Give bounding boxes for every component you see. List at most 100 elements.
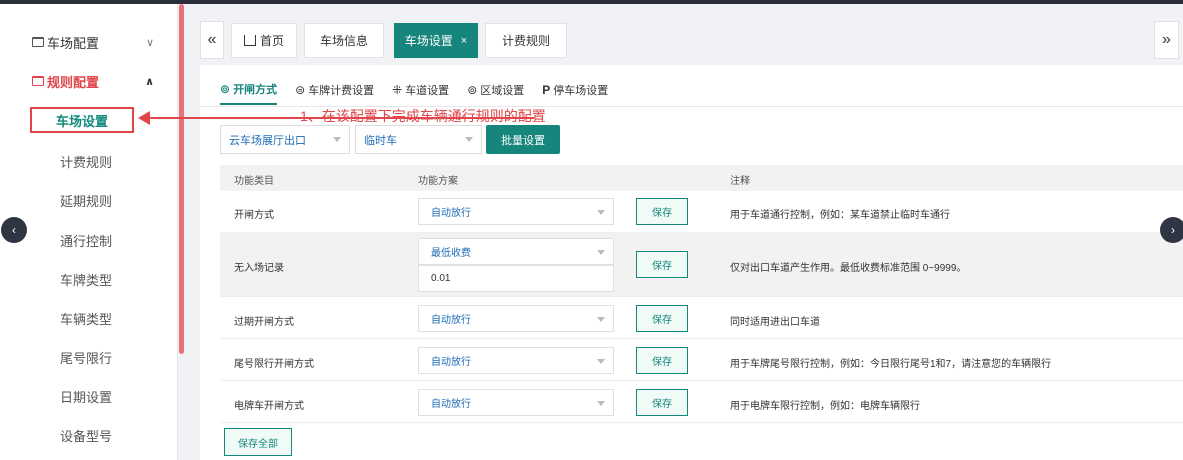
option-select[interactable]: 自动放行 — [418, 389, 614, 416]
double-chevron-right-icon: » — [1162, 31, 1171, 48]
caret-down-icon — [597, 210, 605, 215]
subtab-label: 停车场设置 — [553, 85, 609, 97]
lane-select-value: 云车场展厅出口 — [229, 134, 306, 147]
gutter — [184, 4, 196, 460]
sidebar-item-device-models[interactable]: 设备型号 — [60, 426, 112, 445]
annotation-text: 1、在该配置下完成车辆通行规则的配置 — [300, 108, 546, 124]
sidebar-item-access-control[interactable]: 通行控制 — [60, 231, 112, 250]
caret-down-icon — [465, 137, 473, 142]
sidebar-item-park-settings[interactable]: 车场设置 — [30, 107, 134, 133]
subtab-label: 车牌计费设置 — [308, 85, 375, 97]
category-label: 过期开闸方式 — [234, 317, 294, 328]
note-text: 用于电牌车限行控制，例如：电牌车辆限行 — [730, 401, 920, 412]
note-text: 用于车道通行控制，例如：某车道禁止临时车通行 — [730, 210, 950, 221]
tab-label: 首页 — [259, 34, 284, 48]
car-type-select-value: 临时车 — [364, 134, 397, 147]
settings-icon: ⊚ — [220, 82, 231, 96]
column-header: 注释 — [730, 176, 750, 187]
category-label: 尾号限行开闸方式 — [234, 359, 314, 370]
option-select[interactable]: 自动放行 — [418, 198, 614, 225]
note-text: 同时适用进出口车道 — [730, 317, 820, 328]
lane-select[interactable]: 云车场展厅出口 — [220, 125, 350, 154]
save-button[interactable]: 保存 — [636, 305, 688, 332]
caret-down-icon — [597, 317, 605, 322]
folder-icon — [32, 37, 44, 47]
table-row: 尾号限行开闸方式 自动放行 保存 用于车牌尾号限行控制，例如：今日限行尾号1和7… — [220, 340, 1183, 381]
option-select[interactable]: 自动放行 — [418, 347, 614, 374]
carousel-next-button[interactable]: › — [1160, 217, 1183, 243]
tab-park-info[interactable]: 车场信息 — [304, 23, 384, 58]
area-icon: ⊚ — [467, 83, 478, 97]
tab-home[interactable]: 首页 — [231, 23, 297, 58]
caret-down-icon — [597, 401, 605, 406]
subtab-label: 车道设置 — [405, 85, 450, 97]
save-all-button[interactable]: 保存全部 — [224, 428, 292, 456]
table-row: 电牌车开闸方式 自动放行 保存 用于电牌车限行控制，例如：电牌车辆限行 — [220, 382, 1183, 423]
subtab-area-settings[interactable]: ⊚ 区域设置 — [467, 75, 524, 105]
min-fee-value: 0.01 — [431, 273, 451, 284]
save-button[interactable]: 保存 — [636, 251, 688, 278]
save-button[interactable]: 保存 — [636, 347, 688, 374]
sidebar-item-plate-types[interactable]: 车牌类型 — [60, 270, 112, 289]
tab-scroll-left-button[interactable]: « — [200, 21, 224, 59]
table-row: 开闸方式 自动放行 保存 用于车道通行控制，例如：某车道禁止临时车通行 — [220, 191, 1183, 233]
caret-down-icon — [333, 137, 341, 142]
lane-icon: ⁜ — [392, 83, 403, 97]
tab-bar: « 首页 车场信息 车场设置 × 计费规则 » — [200, 21, 1183, 61]
annotation-arrow-head — [138, 111, 150, 125]
sidebar-item-tail-number-limit[interactable]: 尾号限行 — [60, 348, 112, 367]
sidebar-group-rule-config[interactable]: 规则配置 ∧ — [0, 61, 178, 101]
sidebar-group-label: 规则配置 — [47, 74, 100, 90]
table-row: 无入场记录 最低收费 0.01 保存 仅对出口车道产生作用。最低收费标准范围 0… — [220, 233, 1183, 297]
option-value: 自动放行 — [431, 399, 471, 410]
tab-billing-rules[interactable]: 计费规则 — [485, 23, 567, 58]
tab-label: 车场设置 — [404, 34, 453, 48]
tab-scroll-right-button[interactable]: » — [1154, 21, 1179, 59]
subtab-label: 开闸方式 — [233, 84, 278, 96]
sidebar-group-label: 车场配置 — [47, 35, 100, 51]
option-value: 自动放行 — [431, 315, 471, 326]
option-select[interactable]: 自动放行 — [418, 305, 614, 332]
sidebar-item-label: 车场设置 — [55, 113, 108, 129]
column-header: 功能方案 — [418, 176, 458, 187]
option-value: 自动放行 — [431, 208, 471, 219]
min-fee-input[interactable]: 0.01 — [418, 265, 614, 292]
car-type-select[interactable]: 临时车 — [355, 125, 482, 154]
carousel-prev-button[interactable]: ‹ — [1, 217, 27, 243]
tab-label: 车场信息 — [319, 34, 368, 48]
subtab-gate-mode[interactable]: ⊚ 开闸方式 — [220, 75, 278, 105]
option-value: 最低收费 — [431, 248, 471, 259]
parking-icon: P — [542, 83, 551, 97]
table-row: 过期开闸方式 自动放行 保存 同时适用进出口车道 — [220, 298, 1183, 339]
subtab-label: 区域设置 — [480, 85, 525, 97]
save-button[interactable]: 保存 — [636, 389, 688, 416]
close-icon[interactable]: × — [461, 35, 467, 47]
table-header: 功能类目 功能方案 注释 — [220, 165, 1183, 191]
category-label: 开闸方式 — [234, 210, 274, 221]
subtab-lane-settings[interactable]: ⁜ 车道设置 — [392, 75, 449, 105]
chevron-down-icon: ∨ — [145, 36, 154, 49]
save-button[interactable]: 保存 — [636, 198, 688, 225]
chevron-up-icon: ∧ — [145, 75, 154, 88]
subtab-bar: ⊚ 开闸方式 ⊜ 车牌计费设置 ⁜ 车道设置 ⊚ 区域设置 P 停车场设置 — [220, 75, 608, 105]
double-chevron-left-icon: « — [207, 31, 217, 48]
category-label: 无入场记录 — [234, 263, 284, 274]
chevron-left-icon: ‹ — [12, 223, 16, 237]
sidebar-item-extension-rules[interactable]: 延期规则 — [60, 191, 112, 210]
sidebar-item-date-settings[interactable]: 日期设置 — [60, 387, 112, 406]
home-icon — [243, 35, 256, 46]
sidebar-item-billing-rules[interactable]: 计费规则 — [60, 152, 112, 171]
subtab-plate-billing[interactable]: ⊜ 车牌计费设置 — [295, 75, 374, 105]
subtab-parking-settings[interactable]: P 停车场设置 — [542, 75, 608, 105]
tab-park-settings[interactable]: 车场设置 × — [394, 23, 478, 58]
sidebar-group-park-config[interactable]: 车场配置 ∨ — [0, 22, 178, 62]
note-text: 用于车牌尾号限行控制，例如：今日限行尾号1和7，请注意您的车辆限行 — [730, 359, 1052, 370]
caret-down-icon — [597, 250, 605, 255]
folder-icon — [32, 76, 44, 86]
option-select[interactable]: 最低收费 — [418, 238, 614, 265]
sidebar-item-vehicle-types[interactable]: 车辆类型 — [60, 309, 112, 328]
batch-settings-button[interactable]: 批量设置 — [486, 125, 560, 154]
tab-label: 计费规则 — [501, 34, 550, 48]
note-text: 仅对出口车道产生作用。最低收费标准范围 0~9999。 — [730, 263, 967, 274]
column-header: 功能类目 — [234, 176, 274, 187]
